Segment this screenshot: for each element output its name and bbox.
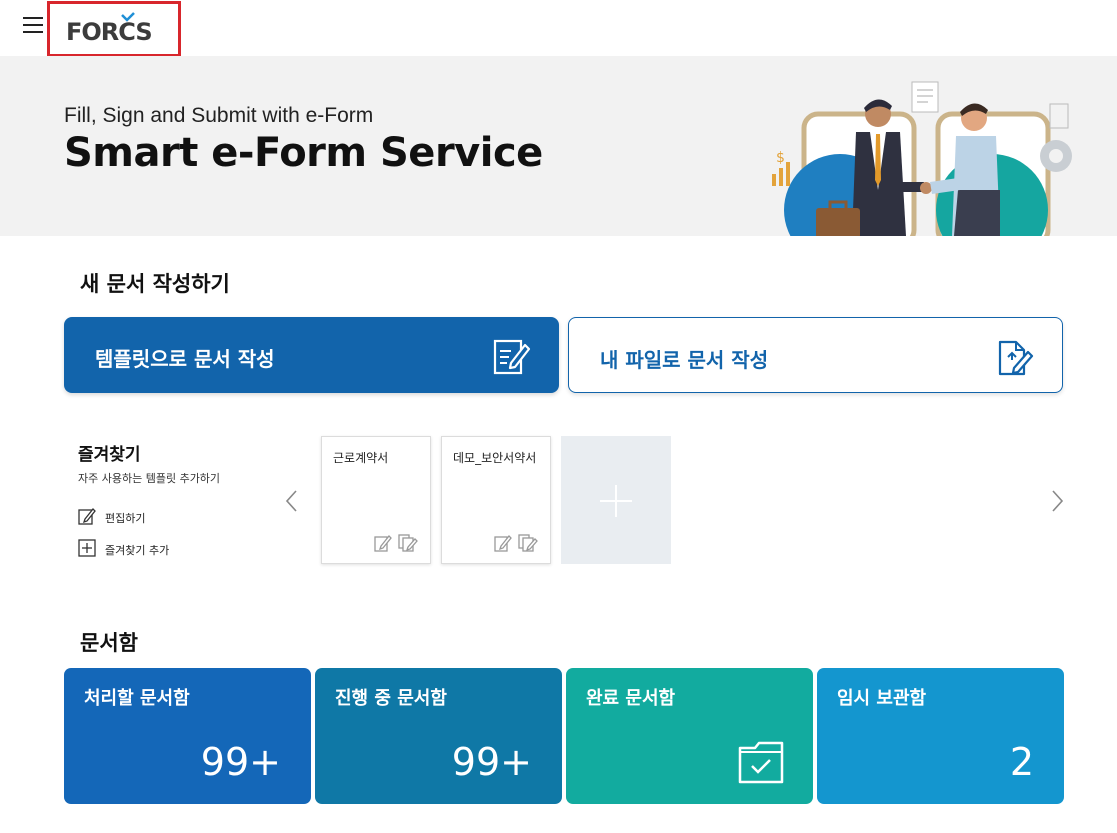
plus-icon [600,485,632,517]
svg-text:$: $ [776,150,785,166]
create-from-template-button[interactable]: 템플릿으로 문서 작성 [64,317,559,393]
favorite-card-title: 데모_보안서약서 [453,451,537,465]
in-progress-box-title: 진행 중 문서함 [335,688,447,709]
to-process-box-title: 처리할 문서함 [84,688,190,709]
copy-edit-icon[interactable] [518,533,538,553]
hamburger-menu-icon[interactable] [23,17,43,34]
create-from-my-file-button[interactable]: 내 파일로 문서 작성 [568,317,1063,393]
temporary-storage-box-count: 2 [1009,740,1034,784]
edit-document-icon [493,339,531,375]
completed-box-title: 완료 문서함 [586,688,676,709]
logo[interactable]: FORCS [47,1,181,57]
top-bar: FORCS [0,0,1117,57]
to-process-box[interactable]: 처리할 문서함 99+ [64,668,311,804]
logo-tick-icon [121,12,135,22]
chevron-left-icon[interactable] [282,486,302,516]
create-from-template-label: 템플릿으로 문서 작성 [95,347,275,371]
hero-banner: Fill, Sign and Submit with e-Form Smart … [0,56,1117,236]
in-progress-box[interactable]: 진행 중 문서함 99+ [315,668,562,804]
favorite-card[interactable]: 데모_보안서약서 [441,436,551,564]
to-process-box-count: 99+ [200,740,281,784]
hero-title: Smart e-Form Service [64,130,543,176]
chevron-right-icon[interactable] [1047,486,1067,516]
plus-box-icon [78,539,96,557]
upload-file-edit-icon [998,340,1034,376]
favorites-title: 즐겨찾기 [78,445,141,465]
in-progress-box-count: 99+ [451,740,532,784]
add-favorite-card[interactable] [561,436,671,564]
edit-pencil-icon [78,508,96,525]
favorites-description: 자주 사용하는 템플릿 추가하기 [78,472,221,485]
edit-icon[interactable] [373,533,393,553]
temporary-storage-box-title: 임시 보관함 [837,688,927,709]
favorite-card-title: 근로계약서 [333,451,389,465]
document-box-section-title: 문서함 [80,631,138,655]
add-favorite-label: 즐겨찾기 추가 [105,544,170,557]
favorite-card[interactable]: 근로계약서 [321,436,431,564]
hero-subtitle: Fill, Sign and Submit with e-Form [64,104,374,127]
create-from-my-file-label: 내 파일로 문서 작성 [600,348,769,372]
copy-edit-icon[interactable] [398,533,418,553]
temporary-storage-box[interactable]: 임시 보관함 2 [817,668,1064,804]
folder-check-icon [738,741,784,784]
logo-text: FORCS [66,18,153,46]
edit-icon[interactable] [493,533,513,553]
new-document-section-title: 새 문서 작성하기 [80,272,230,296]
completed-box[interactable]: 완료 문서함 [566,668,813,804]
handshake-illustration: $ [772,81,1072,236]
edit-favorites-label: 편집하기 [105,512,146,525]
